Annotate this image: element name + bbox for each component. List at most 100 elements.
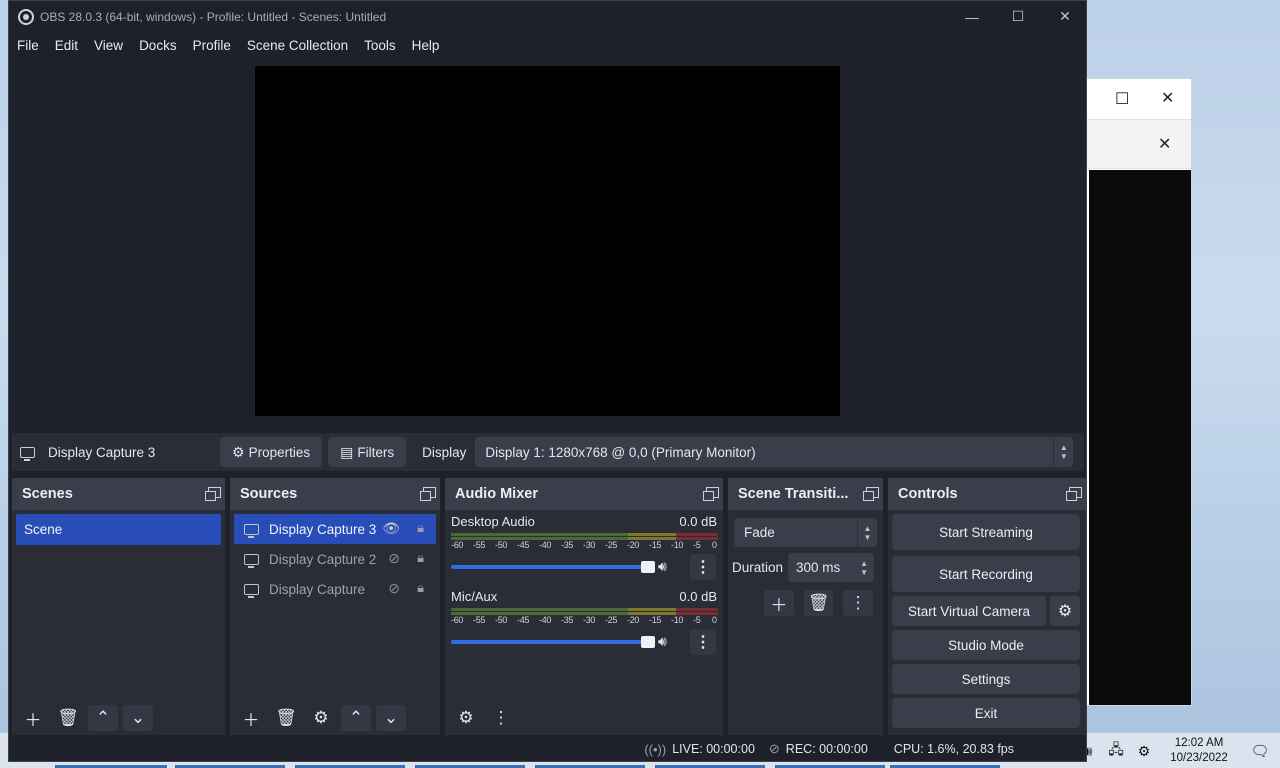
start-recording-button[interactable]: Start Recording <box>892 556 1080 592</box>
menu-view[interactable]: View <box>88 38 129 53</box>
volume-slider-handle[interactable] <box>641 561 655 573</box>
channel-menu-button[interactable]: ⋮ <box>690 629 716 655</box>
volume-slider[interactable] <box>451 561 655 573</box>
meter-tick: -60 <box>451 540 464 550</box>
move-source-down-button[interactable]: ⌄ <box>376 705 406 731</box>
chevron-up-down-icon[interactable]: ▲ ▼ <box>854 553 874 582</box>
menu-tools[interactable]: Tools <box>358 38 402 53</box>
window-title: OBS 28.0.3 (64-bit, windows) - Profile: … <box>40 9 387 24</box>
transition-menu-button[interactable]: ⋮ <box>843 590 874 616</box>
undock-icon[interactable] <box>703 487 719 501</box>
monitor-icon <box>20 446 35 461</box>
clock-time: 12:02 AM <box>1174 737 1224 749</box>
maximize-button[interactable]: ☐ <box>995 1 1041 32</box>
title-bar: OBS 28.0.3 (64-bit, windows) - Profile: … <box>9 1 1086 32</box>
meter-ticks: -60 -55 -50 -45 -40 -35 -30 -25 -20 -15 … <box>451 540 718 552</box>
menu-file[interactable]: File <box>11 38 45 53</box>
meter-tick: -55 <box>473 540 486 550</box>
rec-status: ⊘ REC: 00:00:00 <box>769 741 868 757</box>
start-virtual-camera-button[interactable]: Start Virtual Camera <box>892 596 1046 626</box>
visibility-hidden-icon[interactable]: ⊘ <box>388 580 400 597</box>
chevron-up-down-icon: ▲ ▼ <box>857 518 877 547</box>
cpu-usage: CPU: 1.6%, 20.83 fps <box>893 742 1014 756</box>
meter-tick: -10 <box>671 540 684 550</box>
settings-gear-icon[interactable]: ⚙ <box>1130 743 1158 760</box>
mixer-channel: Desktop Audio 0.0 dB -60 -55 -50 -45 -40… <box>451 510 718 585</box>
meter-tick: -40 <box>539 540 552 550</box>
maximize-icon[interactable]: ☐ <box>1115 89 1129 109</box>
menu-profile[interactable]: Profile <box>187 38 237 53</box>
lock-icon[interactable]: 🔒︎ <box>417 550 424 566</box>
menu-help[interactable]: Help <box>406 38 446 53</box>
sources-dock-header: Sources <box>230 478 440 510</box>
undock-icon[interactable] <box>205 487 221 501</box>
studio-mode-button[interactable]: Studio Mode <box>892 630 1080 660</box>
add-scene-button[interactable]: ＋ <box>18 705 48 731</box>
menu-scene-collection[interactable]: Scene Collection <box>241 38 354 53</box>
undock-icon[interactable] <box>420 487 436 501</box>
scene-item[interactable]: Scene <box>16 514 221 545</box>
selected-source: Display Capture 3 <box>12 444 220 461</box>
source-item[interactable]: Display Capture ⊘ 🔒︎ <box>234 574 436 604</box>
volume-slider-handle[interactable] <box>641 636 655 648</box>
settings-button[interactable]: Settings <box>892 664 1080 694</box>
meter-tick: -25 <box>605 615 618 625</box>
background-window: ☐ ✕ ✕ <box>1080 78 1192 706</box>
undock-icon[interactable] <box>863 487 879 501</box>
source-properties-button[interactable]: ⚙ <box>306 705 336 731</box>
taskbar-clock[interactable]: 12:02 AM 10/23/2022 <box>1158 736 1240 766</box>
close-icon[interactable]: ✕ <box>1161 88 1174 108</box>
preview-area <box>9 58 1086 426</box>
undock-icon[interactable] <box>1066 487 1082 501</box>
channel-name: Desktop Audio <box>451 514 535 529</box>
transition-select[interactable]: Fade ▲ ▼ <box>734 518 877 547</box>
meter-tick: -35 <box>561 615 574 625</box>
lock-icon[interactable]: 🔒︎ <box>417 580 424 596</box>
virtual-camera-settings-icon[interactable]: ⚙ <box>1050 596 1080 626</box>
minimize-button[interactable]: — <box>949 1 995 32</box>
meter-ticks: -60 -55 -50 -45 -40 -35 -30 -25 -20 -15 … <box>451 615 718 627</box>
notification-icon[interactable]: 🗨 <box>1240 742 1280 760</box>
source-item[interactable]: Display Capture 3 👁︎ 🔒︎ <box>234 514 436 544</box>
speaker-icon[interactable]: 🔊︎ <box>658 558 667 575</box>
menu-edit[interactable]: Edit <box>49 38 84 53</box>
meter-tick: -10 <box>671 615 684 625</box>
speaker-icon[interactable]: 🔊︎ <box>658 633 667 650</box>
remove-source-button[interactable]: 🗑︎ <box>271 705 301 731</box>
selected-source-name: Display Capture 3 <box>48 444 156 460</box>
source-item[interactable]: Display Capture 2 ⊘ 🔒︎ <box>234 544 436 574</box>
properties-button[interactable]: ⚙ Properties <box>220 437 323 467</box>
broadcast-icon: ((•)) <box>644 741 667 757</box>
close-button[interactable]: ✕ <box>1042 1 1088 32</box>
add-transition-button[interactable]: ＋ <box>764 590 794 616</box>
advanced-audio-properties-button[interactable]: ⚙ <box>451 705 481 731</box>
visibility-eye-icon[interactable]: 👁︎ <box>382 520 400 537</box>
add-source-button[interactable]: ＋ <box>236 705 266 731</box>
menu-docks[interactable]: Docks <box>133 38 183 53</box>
transition-buttons: ＋ 🗑︎ ⋮ <box>764 590 883 616</box>
display-select[interactable]: Display 1: 1280x768 @ 0,0 (Primary Monit… <box>475 437 1074 467</box>
channel-menu-button[interactable]: ⋮ <box>690 554 716 580</box>
volume-slider[interactable] <box>451 636 655 648</box>
visibility-hidden-icon[interactable]: ⊘ <box>388 550 400 567</box>
start-streaming-button[interactable]: Start Streaming <box>892 514 1080 550</box>
obs-window: OBS 28.0.3 (64-bit, windows) - Profile: … <box>8 0 1087 762</box>
mixer-menu-button[interactable]: ⋮ <box>486 705 516 731</box>
remove-scene-button[interactable]: 🗑︎ <box>53 705 83 731</box>
lock-icon[interactable]: 🔒︎ <box>417 520 424 536</box>
move-scene-up-button[interactable]: ⌃ <box>88 705 118 731</box>
move-scene-down-button[interactable]: ⌄ <box>123 705 153 731</box>
meter-tick: -55 <box>473 615 486 625</box>
move-source-up-button[interactable]: ⌃ <box>341 705 371 731</box>
scenes-dock: Scenes Scene ＋ 🗑︎ ⌃ ⌄ <box>12 478 225 735</box>
filters-button[interactable]: ▤ Filters <box>328 437 407 467</box>
controls-dock-header: Controls <box>888 478 1086 510</box>
background-window-body <box>1089 170 1191 705</box>
network-icon[interactable]: 🖧 <box>1102 739 1130 763</box>
exit-button[interactable]: Exit <box>892 698 1080 728</box>
remove-transition-button[interactable]: 🗑︎ <box>803 590 834 616</box>
transition-duration: Duration 300 ms ▲ ▼ <box>732 553 877 582</box>
duration-spinbox[interactable]: 300 ms ▲ ▼ <box>788 553 875 582</box>
close-icon[interactable]: ✕ <box>1158 134 1171 154</box>
program-preview[interactable] <box>255 66 840 416</box>
